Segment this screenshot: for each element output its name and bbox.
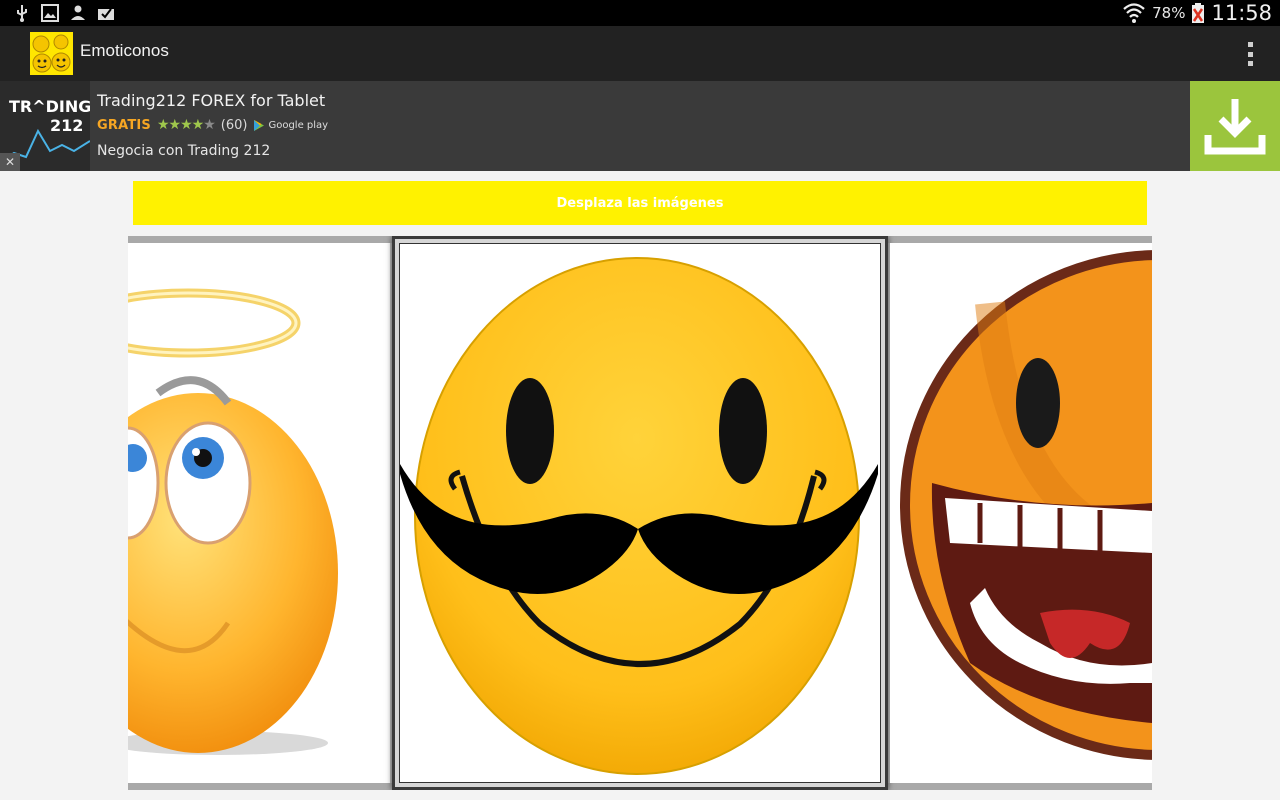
- notification-icons: [12, 3, 116, 23]
- ad-logo-text-bottom: 212: [50, 116, 83, 135]
- store-label: Google play: [268, 119, 329, 131]
- mail-check-icon: [98, 8, 114, 20]
- ad-meta: GRATIS ★★★★★ (60) Google play: [97, 116, 328, 134]
- battery-percent: 78%: [1152, 4, 1186, 22]
- menu-dot: [1247, 42, 1253, 47]
- overflow-menu-icon[interactable]: [1242, 40, 1258, 68]
- gallery-item-mustache-smiley[interactable]: [392, 236, 888, 790]
- action-bar: Emoticonos: [0, 26, 1280, 81]
- selected-image-frame: [399, 243, 881, 783]
- ad-banner[interactable]: TR^DING 212 ✕ Trading212 FOREX for Table…: [0, 81, 1280, 171]
- google-play-icon: [254, 119, 265, 131]
- app-icon[interactable]: [30, 32, 73, 75]
- menu-dot: [1247, 61, 1253, 66]
- app-title: Emoticonos: [80, 41, 169, 60]
- download-icon: [1204, 99, 1266, 155]
- status-bar: 78% 11:58: [0, 0, 1280, 26]
- image-icon: [41, 4, 59, 22]
- wifi-icon: [1123, 3, 1145, 23]
- scroll-hint-bar: Desplaza las imágenes: [133, 181, 1147, 225]
- system-status: 78% 11:58: [1122, 0, 1272, 26]
- download-button[interactable]: [1190, 81, 1280, 171]
- image-gallery[interactable]: [128, 236, 1152, 790]
- battery-icon: [1192, 3, 1205, 23]
- clock: 11:58: [1211, 1, 1272, 25]
- laughing-emoji-image: [900, 250, 1152, 760]
- usb-icon: [17, 5, 27, 22]
- gallery-item-laughing-emoji[interactable]: [890, 243, 1152, 783]
- scroll-hint-text: Desplaza las imágenes: [556, 195, 724, 211]
- ad-close-button[interactable]: ✕: [0, 153, 20, 171]
- google-play-badge: Google play: [253, 119, 328, 132]
- ad-logo-text-top: TR^DING: [9, 97, 90, 116]
- menu-dot: [1247, 51, 1253, 57]
- ad-title[interactable]: Trading212 FOREX for Tablet: [97, 91, 325, 110]
- mustache-smiley-image: [400, 257, 878, 775]
- angel-emoji-image: [128, 288, 338, 755]
- ad-review-count: (60): [220, 117, 248, 133]
- person-icon: [71, 5, 85, 20]
- ad-subtitle: Negocia con Trading 212: [97, 143, 271, 159]
- gallery-item-angel-emoji[interactable]: [128, 243, 390, 783]
- ad-rating-stars: ★★★★★: [157, 117, 216, 133]
- ad-price: GRATIS: [97, 117, 151, 133]
